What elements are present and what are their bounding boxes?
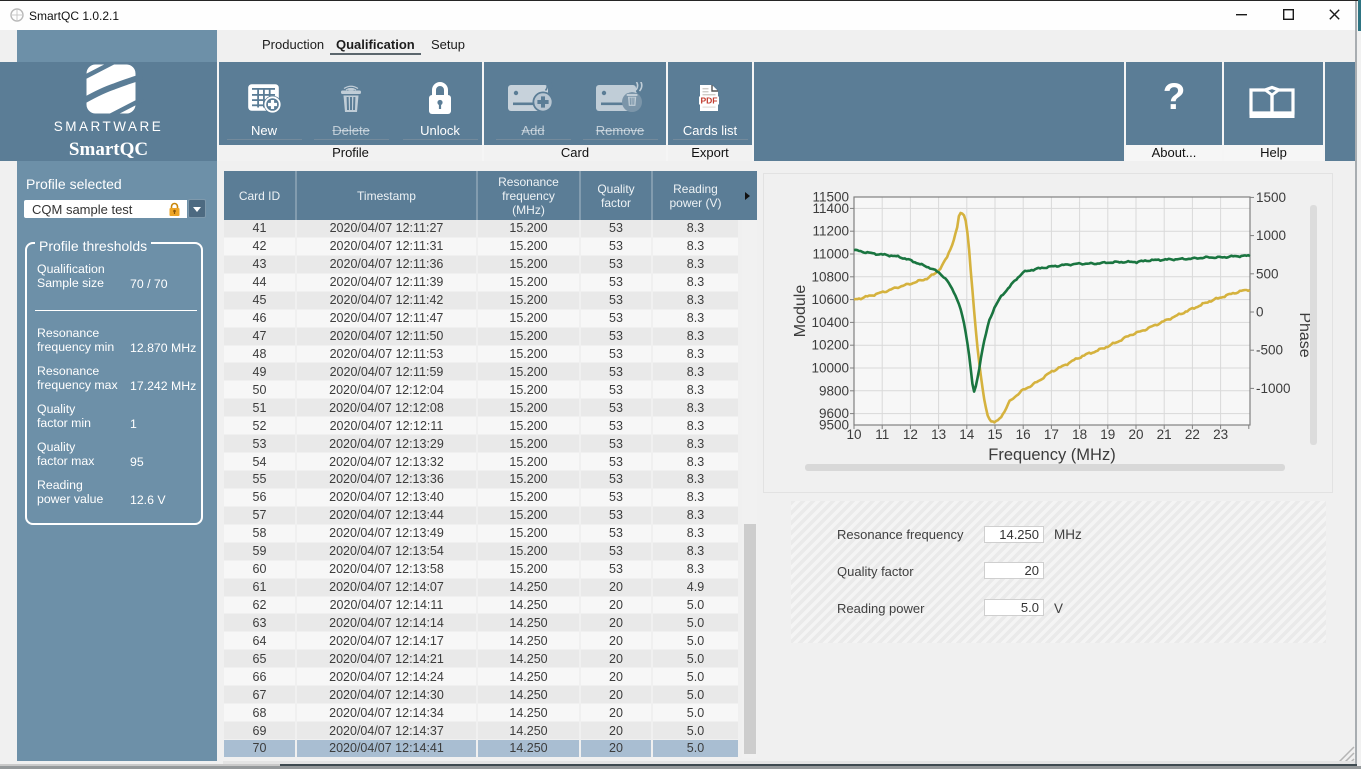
svg-text:-1000: -1000	[1256, 381, 1291, 396]
svg-text:21: 21	[1157, 427, 1172, 442]
svg-text:18: 18	[1072, 427, 1087, 442]
svg-text:-500: -500	[1256, 343, 1283, 358]
svg-text:20: 20	[1128, 427, 1143, 442]
svg-text:10800: 10800	[811, 269, 849, 284]
svg-text:10000: 10000	[811, 361, 849, 376]
svg-text:10: 10	[846, 427, 861, 442]
svg-text:1000: 1000	[1256, 228, 1286, 243]
svg-text:Module: Module	[792, 285, 809, 338]
svg-text:11000: 11000	[812, 247, 849, 262]
svg-text:10400: 10400	[811, 315, 849, 330]
svg-text:23: 23	[1213, 427, 1228, 442]
svg-text:1500: 1500	[1256, 190, 1286, 205]
svg-text:10200: 10200	[811, 338, 849, 353]
svg-text:13: 13	[931, 427, 946, 442]
svg-text:19: 19	[1100, 427, 1115, 442]
svg-text:12: 12	[903, 427, 918, 442]
svg-text:11400: 11400	[812, 201, 849, 216]
svg-text:22: 22	[1185, 427, 1200, 442]
svg-text:16: 16	[1016, 427, 1031, 442]
svg-text:11200: 11200	[812, 224, 849, 239]
svg-text:14: 14	[959, 427, 975, 442]
svg-text:0: 0	[1256, 305, 1264, 320]
svg-text:10600: 10600	[811, 292, 849, 307]
svg-text:PDF: PDF	[701, 96, 718, 106]
svg-text:17: 17	[1044, 427, 1059, 442]
svg-text:Frequency (MHz): Frequency (MHz)	[988, 446, 1115, 464]
svg-text:11: 11	[875, 427, 889, 442]
svg-text:500: 500	[1256, 266, 1279, 281]
svg-text:15: 15	[987, 427, 1002, 442]
svg-text:9800: 9800	[819, 383, 849, 398]
svg-text:9500: 9500	[819, 418, 849, 433]
